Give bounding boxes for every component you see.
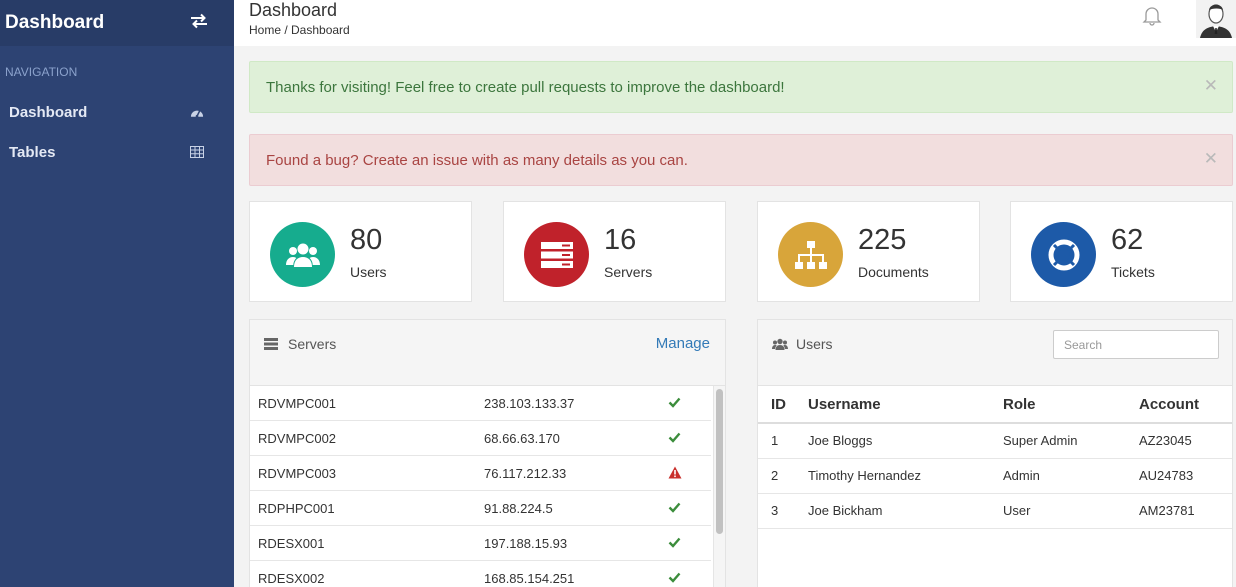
server-row[interactable]: RDPHPC001 91.88.224.5: [250, 491, 711, 526]
sidebar-item-label: Dashboard: [9, 103, 88, 121]
cell-account: AU24783: [1139, 458, 1232, 494]
table-icon: [190, 145, 204, 159]
check-icon: [668, 536, 682, 550]
server-name: RDVMPC003: [258, 465, 337, 481]
server-list-icon: [264, 337, 280, 351]
panel-header: Servers Manage: [250, 320, 725, 386]
check-icon: [668, 431, 682, 445]
close-icon[interactable]: ✕: [1204, 149, 1218, 169]
page-title: Dashboard: [249, 0, 338, 20]
server-ip: 197.188.15.93: [484, 535, 568, 551]
cell-id: 2: [758, 458, 808, 494]
check-icon: [668, 396, 682, 410]
stat-value: 225: [858, 224, 907, 256]
sidebar-brand: Dashboard: [0, 0, 234, 46]
stat-label: Users: [350, 264, 387, 280]
stat-label: Servers: [604, 264, 653, 280]
sidebar-item-label: Tables: [9, 143, 56, 161]
warning-icon: [668, 466, 682, 480]
users-table: ID Username Role Account 1 Joe Bloggs Su…: [758, 386, 1232, 529]
column-header-account[interactable]: Account: [1139, 386, 1232, 424]
stat-card-users: 80 Users: [249, 201, 472, 302]
cell-id: 3: [758, 493, 808, 529]
stat-value: 80: [350, 224, 383, 256]
avatar[interactable]: [1196, 0, 1236, 38]
top-header: Dashboard Home / Dashboard: [234, 0, 1236, 46]
cell-role: User: [1003, 493, 1139, 529]
scrollbar[interactable]: [713, 386, 725, 587]
stat-value: 62: [1111, 224, 1144, 256]
server-ip: 168.85.154.251: [484, 570, 575, 586]
column-header-role[interactable]: Role: [1003, 386, 1139, 424]
scrollbar-thumb[interactable]: [716, 389, 723, 534]
stat-card-servers: 16 Servers: [503, 201, 726, 302]
breadcrumb[interactable]: Home / Dashboard: [249, 23, 350, 37]
bell-icon[interactable]: [1141, 4, 1163, 26]
server-name: RDVMPC001: [258, 395, 337, 411]
server-row[interactable]: RDESX002 168.85.154.251: [250, 561, 711, 587]
sidebar: Dashboard NAVIGATION Dashboard Tables: [0, 0, 234, 587]
server-row[interactable]: RDVMPC001 238.103.133.37: [250, 386, 711, 421]
table-row[interactable]: 1 Joe Bloggs Super Admin AZ23045: [758, 423, 1232, 459]
users-icon: [270, 222, 335, 287]
cell-role: Admin: [1003, 458, 1139, 494]
alert-success: Thanks for visiting! Feel free to create…: [249, 61, 1233, 113]
table-header-row: ID Username Role Account: [758, 386, 1232, 424]
users-panel: Users ID Username Role Account 1 Joe Blo…: [757, 319, 1233, 587]
dashboard-gauge-icon: [190, 105, 204, 119]
column-header-id[interactable]: ID: [758, 386, 808, 424]
alert-text: Thanks for visiting! Feel free to create…: [266, 78, 785, 96]
sidebar-item-dashboard[interactable]: Dashboard: [0, 92, 234, 132]
stat-value: 16: [604, 224, 637, 256]
server-ip: 91.88.224.5: [484, 500, 553, 516]
sidebar-toggle-icon[interactable]: [190, 13, 208, 34]
stat-card-documents: 225 Documents: [757, 201, 980, 302]
table-row[interactable]: 3 Joe Bickham User AM23781: [758, 493, 1232, 529]
check-icon: [668, 571, 682, 585]
panel-header: Users: [758, 320, 1232, 386]
sitemap-icon: [778, 222, 843, 287]
cell-username: Joe Bickham: [808, 493, 1003, 529]
cell-account: AM23781: [1139, 493, 1232, 529]
panel-title: Users: [796, 336, 833, 352]
users-icon: [772, 337, 788, 351]
alert-text: Found a bug? Create an issue with as man…: [266, 151, 688, 169]
server-icon: [524, 222, 589, 287]
server-ip: 68.66.63.170: [484, 430, 560, 446]
cell-username: Joe Bloggs: [808, 423, 1003, 459]
sidebar-item-tables[interactable]: Tables: [0, 132, 234, 172]
alert-danger: Found a bug? Create an issue with as man…: [249, 134, 1233, 186]
server-name: RDESX001: [258, 535, 325, 551]
table-row[interactable]: 2 Timothy Hernandez Admin AU24783: [758, 458, 1232, 494]
servers-panel: Servers Manage RDVMPC001 238.103.133.37 RD…: [249, 319, 726, 587]
server-name: RDPHPC001: [258, 500, 335, 516]
server-row[interactable]: RDESX001 197.188.15.93: [250, 526, 711, 561]
column-header-username[interactable]: Username: [808, 386, 1003, 424]
cell-username: Timothy Hernandez: [808, 458, 1003, 494]
stat-card-tickets: 62 Tickets: [1010, 201, 1233, 302]
cell-id: 1: [758, 423, 808, 459]
cell-account: AZ23045: [1139, 423, 1232, 459]
stat-label: Tickets: [1111, 264, 1155, 280]
manage-link[interactable]: Manage: [656, 335, 710, 352]
lifebuoy-icon: [1031, 222, 1096, 287]
cell-role: Super Admin: [1003, 423, 1139, 459]
server-name: RDVMPC002: [258, 430, 337, 446]
search-input[interactable]: [1053, 330, 1219, 359]
brand-title[interactable]: Dashboard: [5, 12, 104, 34]
server-row[interactable]: RDVMPC002 68.66.63.170: [250, 421, 711, 456]
server-ip: 76.117.212.33: [484, 465, 567, 481]
server-ip: 238.103.133.37: [484, 395, 575, 411]
server-name: RDESX002: [258, 570, 325, 586]
server-row[interactable]: RDVMPC003 76.117.212.33: [250, 456, 711, 491]
server-list: RDVMPC001 238.103.133.37 RDVMPC002 68.66.63…: [250, 386, 711, 587]
close-icon[interactable]: ✕: [1204, 76, 1218, 96]
panel-title: Servers: [288, 336, 337, 352]
nav-heading: NAVIGATION: [5, 65, 78, 79]
stat-label: Documents: [858, 264, 929, 280]
check-icon: [668, 501, 682, 515]
